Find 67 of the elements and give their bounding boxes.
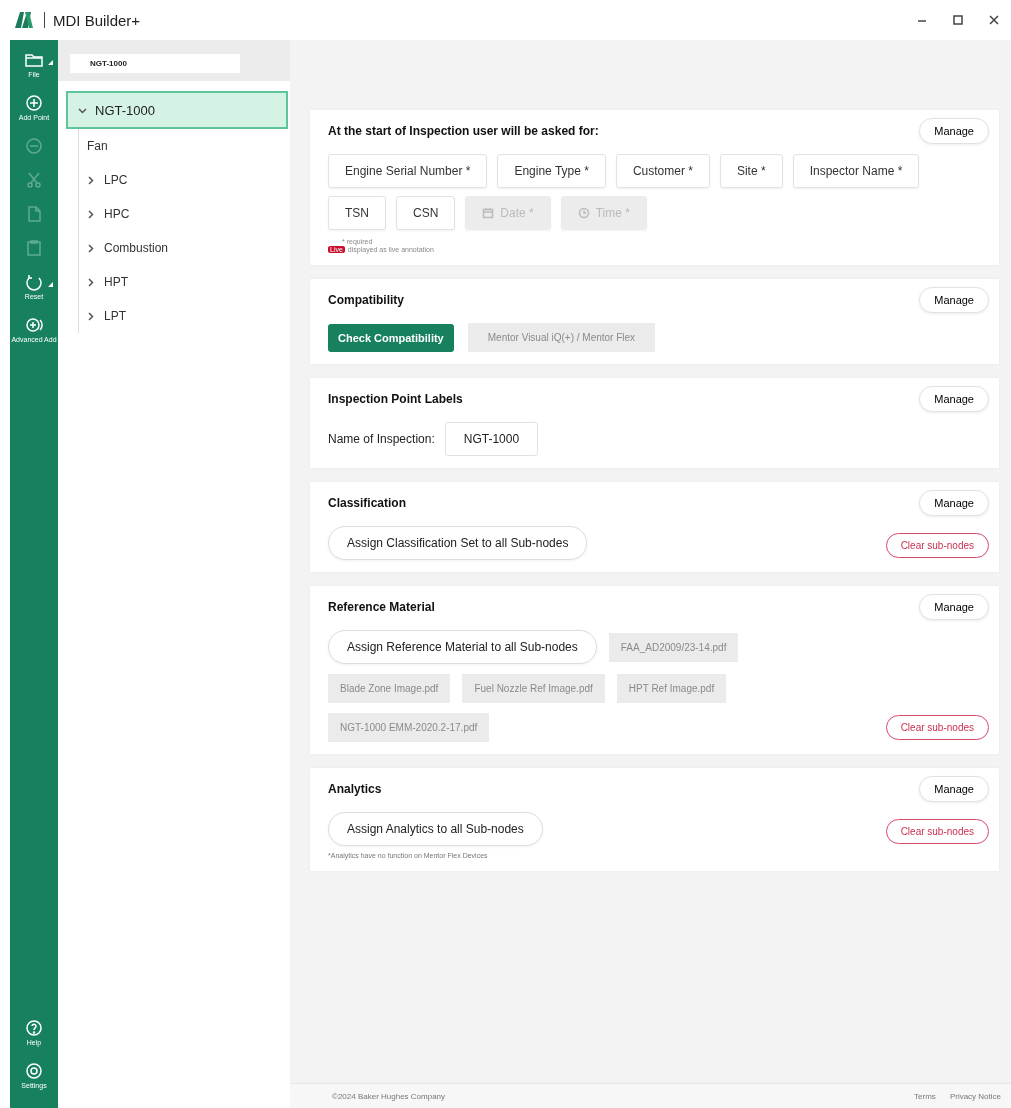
close-icon[interactable] xyxy=(987,13,1001,27)
advanced-add-icon xyxy=(24,315,44,335)
manage-button[interactable]: Manage xyxy=(919,490,989,516)
plus-circle-icon xyxy=(24,93,44,113)
field-chip[interactable]: Engine Type * xyxy=(497,154,606,188)
footer-link[interactable]: Terms xyxy=(914,1091,936,1101)
chevron-icon xyxy=(87,175,94,185)
tree-item[interactable]: HPC xyxy=(79,197,290,231)
section-title: Inspection Point Labels xyxy=(328,392,463,406)
section-title: Compatibility xyxy=(328,293,404,307)
logo-icon xyxy=(14,11,36,29)
tree-item[interactable]: LPC xyxy=(79,163,290,197)
chevron-icon xyxy=(78,105,87,115)
file-chip: NGT-1000 EMM-2020.2-17.pdf xyxy=(328,713,490,742)
manage-button[interactable]: Manage xyxy=(919,118,989,144)
field-chip[interactable]: Engine Serial Number * xyxy=(328,154,488,188)
manage-button[interactable]: Manage xyxy=(919,776,989,802)
tree-item[interactable]: NGT-1000 xyxy=(66,91,288,129)
maximize-icon[interactable] xyxy=(951,13,965,27)
chevron-icon xyxy=(87,243,94,253)
field-chip[interactable]: CSN xyxy=(396,196,456,230)
chevron-icon xyxy=(87,311,94,321)
calendar-icon xyxy=(482,207,495,219)
field-chip[interactable]: Inspector Name * xyxy=(792,154,920,188)
field-chip[interactable]: Site * xyxy=(719,154,783,188)
tree-item[interactable]: HPT xyxy=(79,265,290,299)
section-title: Reference Material xyxy=(328,600,435,614)
caret-icon xyxy=(48,282,53,287)
file-chip: HPT Ref Image.pdf xyxy=(616,674,727,703)
manage-button[interactable]: Manage xyxy=(919,594,989,620)
name-field[interactable]: NGT-1000 xyxy=(444,422,539,456)
tree-item[interactable]: Fan xyxy=(79,129,290,163)
check-compatibility-button[interactable]: Check Compatibility xyxy=(328,323,454,352)
caret-icon xyxy=(48,60,53,65)
clipboard-icon xyxy=(24,238,44,258)
chevron-icon xyxy=(87,209,94,219)
section-title: At the start of Inspection user will be asked for: xyxy=(328,124,599,138)
help-icon xyxy=(24,1018,44,1038)
copyright-text: ©2024 Baker Hughes Company xyxy=(332,1091,446,1101)
clear-button[interactable]: Clear sub-nodes xyxy=(885,819,989,844)
field-chip[interactable]: Customer * xyxy=(615,154,710,188)
manage-button[interactable]: Manage xyxy=(919,386,989,412)
clear-button[interactable]: Clear sub-nodes xyxy=(885,533,989,558)
file-chip: FAA_AD2009/23-14.pdf xyxy=(608,632,739,662)
scissors-icon xyxy=(24,170,44,190)
section-title: Classification xyxy=(328,496,407,510)
footer-link[interactable]: Privacy Notice xyxy=(949,1091,1001,1101)
document-tab[interactable]: NGT-1000 xyxy=(70,54,240,73)
chevron-icon xyxy=(87,277,94,287)
tree-item[interactable]: Combustion xyxy=(79,231,290,265)
assign-button[interactable]: Assign Reference Material to all Sub-nodes xyxy=(328,630,597,664)
assign-button[interactable]: Assign Analytics to all Sub-nodes xyxy=(328,812,543,846)
minus-circle-icon xyxy=(24,136,44,156)
manage-button[interactable]: Manage xyxy=(919,287,989,313)
file-chip: Fuel Nozzle Ref Image.pdf xyxy=(462,674,605,703)
settings-icon xyxy=(24,1061,44,1081)
field-chip[interactable]: TSN xyxy=(328,196,386,230)
clear-button[interactable]: Clear sub-nodes xyxy=(885,715,989,740)
window-title: MDI Builder+ xyxy=(53,11,141,29)
file-chip: Blade Zone Image.pdf xyxy=(328,674,451,703)
device-chip: Mentor Visual iQ(+) / Mentor Flex xyxy=(467,323,656,352)
section-title: Analytics xyxy=(328,782,382,796)
field-label: Name of Inspection: xyxy=(328,432,435,446)
tree-item[interactable]: LPT xyxy=(79,299,290,333)
clock-icon xyxy=(577,207,590,219)
assign-button[interactable]: Assign Classification Set to all Sub-nodes xyxy=(328,526,588,560)
reset-icon xyxy=(24,272,44,292)
